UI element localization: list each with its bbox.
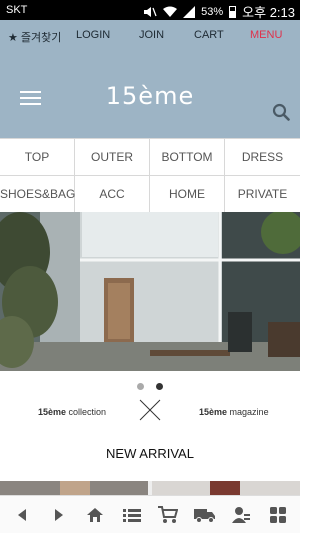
collection-label: collection	[68, 407, 107, 417]
home-icon	[87, 507, 104, 522]
hero-banner-image[interactable]	[0, 212, 300, 371]
grid-icon	[269, 506, 286, 523]
divider-x-icon	[139, 399, 161, 421]
home-button[interactable]	[83, 503, 107, 527]
category-top[interactable]: TOP	[0, 139, 75, 176]
category-shoes-bag[interactable]: SHOES&BAG	[0, 176, 75, 213]
cart-link[interactable]: CART	[194, 29, 224, 41]
site-header: 15ème	[0, 50, 300, 138]
status-bar: SKT 53% 오후 2:13	[0, 0, 300, 20]
delivery-button[interactable]	[193, 503, 217, 527]
list-button[interactable]	[120, 503, 144, 527]
more-button[interactable]	[266, 503, 290, 527]
hero-illustration	[0, 212, 300, 371]
collection-link[interactable]: 15ème collection	[38, 407, 106, 417]
search-icon[interactable]	[272, 103, 290, 121]
join-link[interactable]: JOIN	[139, 29, 164, 41]
category-home[interactable]: HOME	[150, 176, 225, 213]
site-logo[interactable]: 15ème	[0, 82, 300, 110]
category-dress[interactable]: DRESS	[225, 139, 300, 176]
slider-dot-1[interactable]	[136, 383, 144, 390]
back-arrow-icon	[18, 508, 27, 521]
signal-icon	[183, 5, 196, 18]
slider-pagination	[0, 377, 300, 395]
top-nav: ★ 즐겨찾기 LOGIN JOIN CART MENU	[0, 20, 300, 50]
category-bottom[interactable]: BOTTOM	[150, 139, 225, 176]
delivery-truck-icon	[193, 508, 215, 523]
magazine-link[interactable]: 15ème magazine	[199, 407, 269, 417]
mute-icon	[144, 6, 157, 17]
carrier-label: SKT	[6, 4, 28, 16]
promo-links: 15ème collection 15ème magazine	[0, 398, 300, 426]
product-thumbnails[interactable]	[0, 481, 300, 495]
cart-button[interactable]	[156, 503, 180, 527]
clock: 오후 2:13	[242, 5, 295, 20]
collection-brand: 15ème	[38, 407, 67, 417]
slider-dot-2[interactable]	[156, 383, 164, 390]
list-icon	[122, 508, 141, 522]
user-button[interactable]	[229, 503, 253, 527]
magazine-label: magazine	[229, 407, 269, 417]
wifi-icon	[163, 6, 178, 17]
battery-icon	[229, 5, 237, 18]
forward-arrow-icon	[54, 508, 63, 521]
category-private[interactable]: PRIVATE	[225, 176, 300, 213]
new-arrival-heading: NEW ARRIVAL	[106, 446, 194, 461]
user-icon	[232, 506, 251, 523]
category-grid: TOP OUTER BOTTOM DRESS SHOES&BAG ACC HOM…	[0, 138, 300, 213]
back-button[interactable]	[10, 503, 34, 527]
cart-icon	[158, 505, 179, 523]
magazine-brand: 15ème	[199, 407, 228, 417]
menu-link[interactable]: MENU	[250, 29, 282, 41]
category-acc[interactable]: ACC	[75, 176, 150, 213]
status-icons: 53% 오후 2:13	[143, 2, 295, 21]
forward-button[interactable]	[47, 503, 71, 527]
login-link[interactable]: LOGIN	[76, 29, 110, 41]
category-outer[interactable]: OUTER	[75, 139, 150, 176]
product-thumbnail-strip	[0, 481, 300, 495]
battery-percent: 53%	[201, 5, 224, 18]
bottom-toolbar	[0, 495, 300, 533]
bookmark-link[interactable]: ★ 즐겨찾기	[8, 29, 61, 45]
